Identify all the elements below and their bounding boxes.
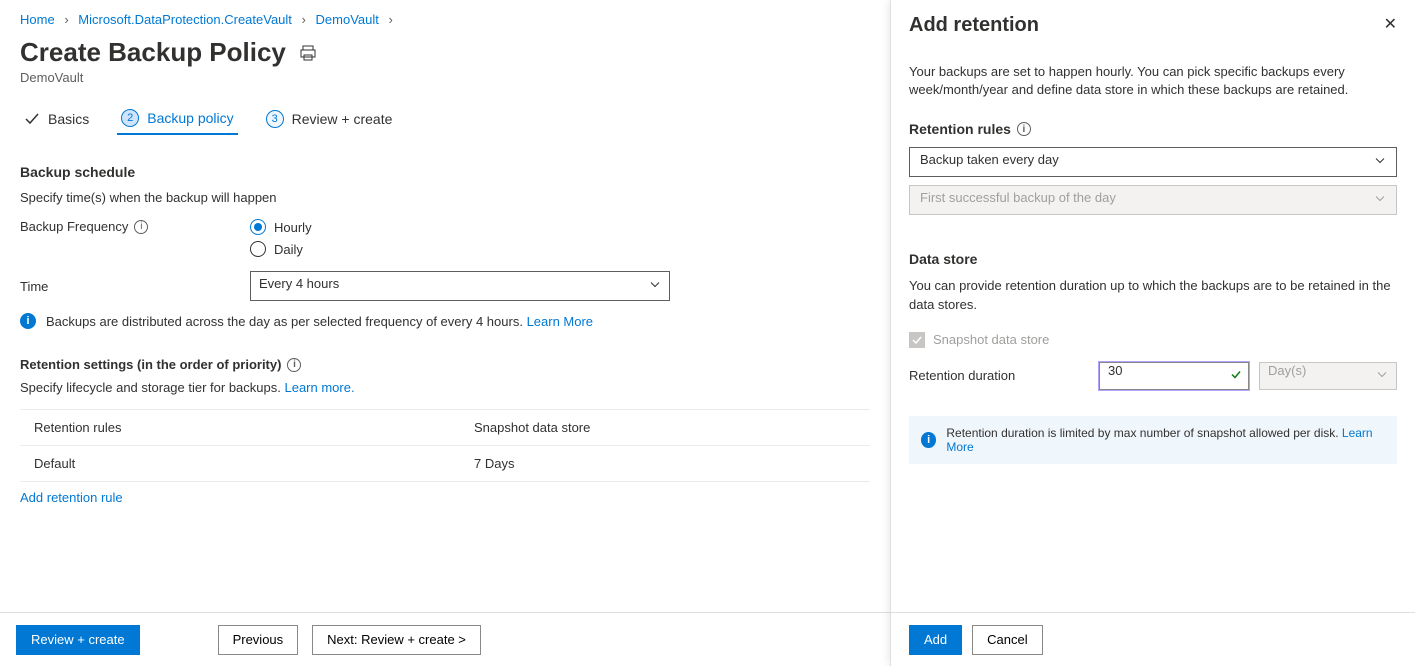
retention-rule-select[interactable]: Backup taken every day xyxy=(909,147,1397,177)
info-text: Retention duration is limited by max num… xyxy=(946,426,1338,440)
cell-store-value: 7 Days xyxy=(474,456,856,471)
chevron-right-icon: › xyxy=(64,12,68,27)
step-label: Review + create xyxy=(292,111,393,127)
chevron-down-icon xyxy=(1374,193,1386,208)
main-content: Home › Microsoft.DataProtection.CreateVa… xyxy=(0,0,890,666)
review-create-button[interactable]: Review + create xyxy=(16,625,140,655)
info-icon[interactable]: i xyxy=(134,220,148,234)
step-number-icon: 2 xyxy=(121,109,139,127)
checkbox-label: Snapshot data store xyxy=(933,332,1049,347)
chevron-right-icon: › xyxy=(302,12,306,27)
info-icon[interactable]: i xyxy=(287,358,301,372)
radio-input[interactable] xyxy=(250,219,266,235)
cancel-button[interactable]: Cancel xyxy=(972,625,1042,655)
chevron-down-icon xyxy=(649,279,661,294)
breadcrumb: Home › Microsoft.DataProtection.CreateVa… xyxy=(20,12,870,27)
cell-rule-name: Default xyxy=(34,456,474,471)
step-number-icon: 3 xyxy=(266,110,284,128)
snapshot-data-store-checkbox: Snapshot data store xyxy=(909,332,1397,348)
info-text: Backups are distributed across the day a… xyxy=(46,314,523,329)
radio-hourly[interactable]: Hourly xyxy=(250,219,312,235)
time-select[interactable]: Every 4 hours xyxy=(250,271,670,301)
retention-duration-label: Retention duration xyxy=(909,368,1089,383)
info-icon: i xyxy=(921,432,936,448)
table-header-row: Retention rules Snapshot data store xyxy=(20,410,870,446)
select-value: Day(s) xyxy=(1268,363,1306,378)
schedule-heading: Backup schedule xyxy=(20,164,870,180)
retention-sub-rule-select: First successful backup of the day xyxy=(909,185,1397,215)
backup-frequency-radio-group: Hourly Daily xyxy=(250,219,312,257)
previous-button[interactable]: Previous xyxy=(218,625,299,655)
backup-frequency-label: Backup Frequency i xyxy=(20,219,250,234)
learn-more-link[interactable]: Learn more. xyxy=(284,380,354,395)
radio-label: Daily xyxy=(274,242,303,257)
step-label: Basics xyxy=(48,111,89,127)
step-label: Backup policy xyxy=(147,110,233,126)
checkbox-icon xyxy=(909,332,925,348)
close-icon[interactable]: ✕ xyxy=(1384,14,1397,34)
add-button[interactable]: Add xyxy=(909,625,962,655)
select-value: Backup taken every day xyxy=(920,152,1059,167)
breadcrumb-item-2[interactable]: DemoVault xyxy=(316,12,379,27)
chevron-down-icon xyxy=(1374,155,1386,170)
radio-label: Hourly xyxy=(274,220,312,235)
info-icon[interactable]: i xyxy=(1017,122,1031,136)
input-value: 30 xyxy=(1108,363,1122,378)
panel-title: Add retention xyxy=(909,14,1039,37)
retention-duration-input[interactable]: 30 xyxy=(1099,362,1249,390)
chevron-right-icon: › xyxy=(388,12,392,27)
add-retention-rule-link[interactable]: Add retention rule xyxy=(20,490,123,505)
breadcrumb-item-1[interactable]: Microsoft.DataProtection.CreateVault xyxy=(78,12,292,27)
retention-table: Retention rules Snapshot data store Defa… xyxy=(20,409,870,482)
col-snapshot-store: Snapshot data store xyxy=(474,420,856,435)
retention-duration-unit-select: Day(s) xyxy=(1259,362,1397,390)
wizard-steps: Basics 2 Backup policy 3 Review + create xyxy=(20,103,870,136)
learn-more-link[interactable]: Learn More xyxy=(527,314,593,329)
col-retention-rules: Retention rules xyxy=(34,420,474,435)
panel-footer: Add Cancel xyxy=(891,612,1415,666)
select-value: First successful backup of the day xyxy=(920,190,1116,205)
retention-rules-heading: Retention rules i xyxy=(909,121,1397,137)
wizard-footer: Review + create Previous Next: Review + … xyxy=(0,612,890,666)
checkmark-icon xyxy=(1230,368,1242,383)
step-backup-policy[interactable]: 2 Backup policy xyxy=(117,103,237,135)
checkmark-icon xyxy=(24,111,40,127)
radio-daily[interactable]: Daily xyxy=(250,241,312,257)
step-review-create[interactable]: 3 Review + create xyxy=(262,104,397,134)
data-store-heading: Data store xyxy=(909,251,1397,267)
panel-info-banner: i Retention duration is limited by max n… xyxy=(909,416,1397,464)
info-icon: i xyxy=(20,313,36,329)
page-subtitle: DemoVault xyxy=(20,70,870,85)
schedule-info-banner: i Backups are distributed across the day… xyxy=(20,313,870,329)
chevron-down-icon xyxy=(1376,368,1388,383)
panel-description: Your backups are set to happen hourly. Y… xyxy=(909,63,1397,99)
print-icon[interactable] xyxy=(300,45,316,61)
radio-input[interactable] xyxy=(250,241,266,257)
page-title: Create Backup Policy xyxy=(20,37,286,68)
add-retention-panel: Add retention ✕ Your backups are set to … xyxy=(890,0,1415,666)
retention-heading: Retention settings (in the order of prio… xyxy=(20,357,870,372)
next-button[interactable]: Next: Review + create > xyxy=(312,625,481,655)
breadcrumb-home[interactable]: Home xyxy=(20,12,55,27)
schedule-subheading: Specify time(s) when the backup will hap… xyxy=(20,190,870,205)
time-label: Time xyxy=(20,279,250,294)
select-value: Every 4 hours xyxy=(259,276,339,291)
table-row[interactable]: Default 7 Days xyxy=(20,446,870,482)
step-basics[interactable]: Basics xyxy=(20,105,93,133)
data-store-description: You can provide retention duration up to… xyxy=(909,277,1397,313)
retention-subheading: Specify lifecycle and storage tier for b… xyxy=(20,380,870,395)
